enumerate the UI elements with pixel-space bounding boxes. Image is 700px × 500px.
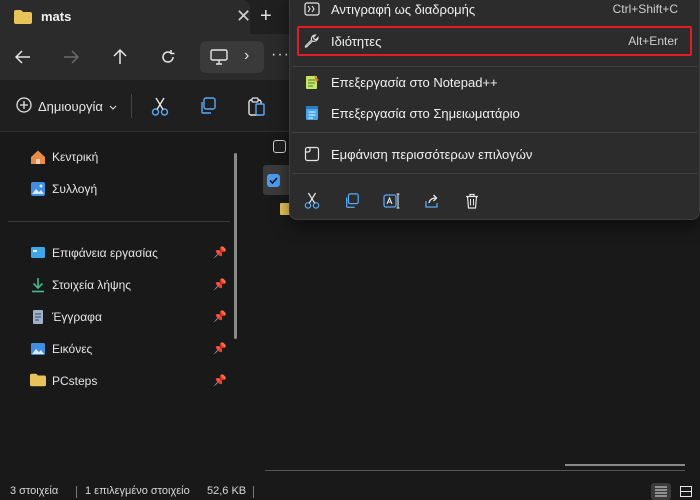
menu-item-show-more-options[interactable]: Εμφάνιση περισσότερων επιλογών [290, 140, 699, 168]
delete-icon[interactable] [461, 190, 483, 212]
horizontal-scrollbar[interactable] [565, 464, 685, 466]
status-divider [76, 486, 77, 498]
select-all-checkbox[interactable] [273, 140, 286, 153]
tiles-view-icon[interactable] [676, 483, 696, 500]
scroll-track [265, 470, 685, 471]
sidebar-item-documents[interactable]: Έγγραφα 📌 [30, 307, 230, 327]
details-view-icon[interactable] [651, 483, 671, 500]
sidebar-item-desktop[interactable]: Επιφάνεια εργασίας 📌 [30, 243, 230, 263]
wrench-icon [303, 32, 321, 50]
new-tab-button[interactable]: + [260, 5, 272, 27]
pin-icon[interactable]: 📌 [213, 246, 227, 259]
menu-divider [292, 132, 697, 133]
gallery-icon [30, 181, 46, 197]
rename-icon[interactable] [381, 190, 403, 212]
paste-icon[interactable] [247, 97, 267, 117]
documents-icon [30, 309, 46, 325]
menu-item-label: Εμφάνιση περισσότερων επιλογών [331, 146, 533, 162]
copy-icon[interactable] [199, 97, 219, 117]
copy-icon[interactable] [341, 190, 363, 212]
menu-item-label: Επεξεργασία στο Σημειωματάριο [331, 105, 520, 121]
item-count: 3 στοιχεία [10, 485, 59, 497]
cut-icon[interactable] [151, 97, 171, 117]
file-checkbox[interactable] [267, 174, 280, 187]
tab-mats[interactable]: mats ✕ [0, 0, 251, 34]
sidebar-divider [8, 221, 230, 222]
sidebar-item-label: Έγγραφα [52, 310, 102, 324]
close-tab-icon[interactable]: ✕ [236, 6, 251, 26]
sidebar-item-label: Επιφάνεια εργασίας [52, 246, 158, 260]
sidebar-item-pcsteps[interactable]: PCsteps 📌 [30, 371, 230, 391]
up-arrow-icon[interactable] [109, 46, 131, 68]
menu-item-label: Αντιγραφή ως διαδρομής [331, 1, 476, 17]
notepadpp-icon [303, 73, 321, 91]
sidebar-item-label: Συλλογή [52, 182, 98, 196]
menu-item-shortcut: Ctrl+Shift+C [612, 2, 678, 16]
pin-icon[interactable]: 📌 [213, 374, 227, 387]
sidebar-item-label: PCsteps [52, 374, 98, 388]
breadcrumb-chevron-icon[interactable]: › [244, 47, 249, 65]
sidebar-scrollbar[interactable] [234, 153, 237, 339]
pin-icon[interactable]: 📌 [213, 278, 227, 291]
back-arrow-icon[interactable] [12, 46, 34, 68]
selected-size: 52,6 KB [207, 485, 247, 497]
tab-title: mats [41, 9, 72, 24]
sidebar-item-gallery[interactable]: Συλλογή [30, 179, 230, 199]
forward-arrow-icon[interactable] [60, 46, 82, 68]
sidebar-item-label: Κεντρική [52, 150, 99, 164]
more-nav-button[interactable]: ··· [271, 46, 290, 64]
sidebar-item-pictures[interactable]: Εικόνες 📌 [30, 339, 230, 359]
copy-path-icon [303, 0, 321, 18]
more-options-icon [303, 145, 321, 163]
menu-item-properties[interactable]: Ιδιότητες Alt+Enter [290, 27, 699, 55]
navigation-pane: Κεντρική Συλλογή Επιφάνεια εργασίας 📌 Στ… [0, 133, 250, 483]
chevron-down-icon [109, 99, 117, 114]
desktop-icon [30, 245, 46, 261]
context-menu: Αντιγραφή ως διαδρομής Ctrl+Shift+C Ιδιό… [289, 0, 700, 220]
menu-item-edit-notepadpp[interactable]: Επεξεργασία στο Notepad++ [290, 68, 699, 96]
home-icon [30, 149, 46, 165]
menu-item-edit-notepad[interactable]: Επεξεργασία στο Σημειωματάριο [290, 99, 699, 127]
menu-item-copy-as-path[interactable]: Αντιγραφή ως διαδρομής Ctrl+Shift+C [290, 0, 699, 23]
address-bar[interactable]: › [200, 41, 264, 73]
plus-circle-icon [16, 97, 32, 116]
folder-icon [14, 10, 32, 29]
toolbar-divider [131, 94, 132, 118]
menu-divider [292, 173, 697, 174]
sidebar-item-label: Στοιχεία λήψης [52, 278, 132, 292]
share-icon[interactable] [421, 190, 443, 212]
refresh-icon[interactable] [157, 46, 179, 68]
menu-item-label: Ιδιότητες [331, 33, 382, 49]
menu-item-shortcut: Alt+Enter [628, 34, 678, 48]
sidebar-item-downloads[interactable]: Στοιχεία λήψης 📌 [30, 275, 230, 295]
pin-icon[interactable]: 📌 [213, 342, 227, 355]
menu-divider [292, 66, 697, 67]
pictures-icon [30, 341, 46, 357]
new-item-label: Δημιουργία [38, 99, 103, 114]
menu-item-label: Επεξεργασία στο Notepad++ [331, 74, 498, 90]
selected-count: 1 επιλεγμένο στοιχείο [85, 485, 190, 497]
new-item-button[interactable]: Δημιουργία [16, 97, 117, 116]
sidebar-item-home[interactable]: Κεντρική [30, 147, 230, 167]
this-pc-icon [210, 49, 228, 70]
file-explorer-window: mats ✕ + › ··· Δημιουργία Κεντρική Συλλο… [0, 0, 700, 500]
status-divider [253, 486, 254, 498]
folder-icon [30, 373, 46, 389]
sidebar-item-label: Εικόνες [52, 342, 93, 356]
pin-icon[interactable]: 📌 [213, 310, 227, 323]
download-icon [30, 277, 46, 293]
notepad-icon [303, 104, 321, 122]
cut-icon[interactable] [301, 190, 323, 212]
status-bar: 3 στοιχεία 1 επιλεγμένο στοιχείο 52,6 KB [0, 483, 700, 500]
